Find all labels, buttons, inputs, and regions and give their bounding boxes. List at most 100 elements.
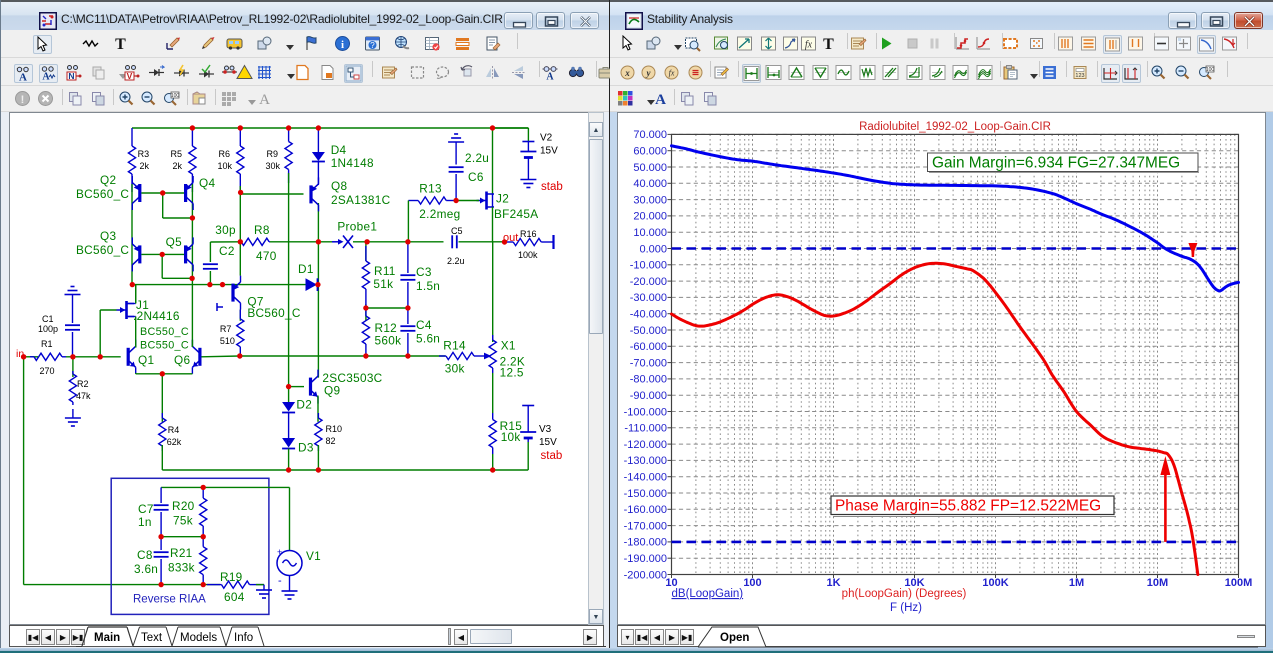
- svg-text:15V: 15V: [539, 437, 557, 448]
- svg-text:-10.000: -10.000: [630, 260, 667, 272]
- svg-text:47k: 47k: [76, 391, 91, 401]
- svg-text:12.5: 12.5: [500, 366, 524, 380]
- svg-text:C1: C1: [42, 314, 54, 324]
- svg-text:C3: C3: [416, 265, 432, 279]
- svg-text:N: N: [68, 71, 74, 81]
- svg-text:stab: stab: [541, 450, 563, 462]
- svg-text:1N4148: 1N4148: [331, 156, 374, 170]
- svg-text:Gain Margin=6.934 FG=27.347MEG: Gain Margin=6.934 FG=27.347MEG: [932, 155, 1180, 172]
- svg-text:51k: 51k: [373, 277, 393, 291]
- svg-text:A: A: [655, 92, 666, 107]
- svg-text:Text: Text: [141, 632, 163, 644]
- svg-text:100K: 100K: [982, 577, 1008, 589]
- svg-text:R9: R9: [267, 149, 279, 159]
- svg-text:R16: R16: [520, 229, 537, 239]
- svg-text:stab: stab: [541, 181, 563, 193]
- svg-text:-90.000: -90.000: [630, 390, 667, 402]
- svg-text:100: 100: [743, 577, 761, 589]
- svg-text:-30.000: -30.000: [630, 292, 667, 304]
- svg-text:V1: V1: [306, 549, 321, 563]
- svg-text:-180.000: -180.000: [624, 537, 667, 549]
- svg-text:D3: D3: [298, 441, 314, 455]
- svg-text:2.2u: 2.2u: [465, 151, 489, 165]
- svg-text:Q8: Q8: [331, 179, 347, 193]
- svg-text:-110.000: -110.000: [624, 423, 667, 435]
- svg-text:20.000: 20.000: [633, 211, 667, 223]
- svg-text:100p: 100p: [38, 324, 58, 334]
- svg-text:BC560_C: BC560_C: [76, 187, 129, 201]
- svg-text:F (Hz): F (Hz): [890, 602, 922, 614]
- svg-text:1K: 1K: [826, 577, 840, 589]
- svg-text:?: ?: [370, 41, 375, 50]
- svg-text:J2: J2: [496, 192, 509, 206]
- svg-text:82: 82: [326, 436, 336, 446]
- svg-text:70.000: 70.000: [633, 129, 667, 141]
- svg-text:10.000: 10.000: [633, 227, 667, 239]
- svg-text:R14: R14: [443, 339, 466, 353]
- svg-text:V2: V2: [540, 133, 553, 144]
- svg-text:560k: 560k: [375, 334, 402, 348]
- svg-text:Reverse RIAA: Reverse RIAA: [133, 594, 206, 606]
- svg-text:15V: 15V: [540, 146, 558, 157]
- svg-text:T: T: [115, 36, 126, 52]
- svg-text:R13: R13: [419, 182, 442, 196]
- svg-text:fx: fx: [805, 40, 813, 51]
- svg-text:833k: 833k: [168, 561, 195, 575]
- svg-text:-50.000: -50.000: [630, 325, 667, 337]
- svg-text:1.5n: 1.5n: [416, 279, 440, 293]
- svg-text:R1: R1: [41, 339, 53, 349]
- svg-text:75k: 75k: [173, 514, 193, 528]
- svg-text:10M: 10M: [1147, 577, 1168, 589]
- svg-text:10k: 10k: [218, 161, 233, 171]
- svg-text:x: x: [624, 68, 630, 78]
- svg-text:R2: R2: [77, 379, 89, 389]
- svg-text:Radiolubitel_1992-02_Loop-Gain: Radiolubitel_1992-02_Loop-Gain.CIR: [859, 121, 1051, 133]
- svg-text:R5: R5: [171, 149, 183, 159]
- svg-text:fx: fx: [669, 69, 675, 78]
- svg-text:-: -: [278, 575, 282, 587]
- svg-text:-80.000: -80.000: [630, 374, 667, 386]
- svg-text:i: i: [341, 39, 344, 51]
- svg-text:-20.000: -20.000: [630, 276, 667, 288]
- svg-text:100: 100: [1206, 67, 1215, 73]
- svg-text:0.000: 0.000: [639, 243, 667, 255]
- svg-text:-120.000: -120.000: [624, 439, 667, 451]
- svg-text:R11: R11: [374, 264, 396, 278]
- svg-text:D4: D4: [331, 143, 347, 157]
- svg-text:Q9: Q9: [324, 384, 340, 398]
- svg-text:R10: R10: [326, 424, 343, 434]
- svg-text:3.6n: 3.6n: [134, 562, 158, 576]
- svg-text:-200.000: -200.000: [624, 569, 667, 581]
- svg-text:C4: C4: [416, 318, 432, 332]
- svg-text:R3: R3: [138, 149, 150, 159]
- svg-text:270: 270: [40, 366, 55, 376]
- svg-text:60.000: 60.000: [633, 146, 667, 158]
- svg-text:A: A: [546, 72, 554, 82]
- svg-text:Open: Open: [720, 632, 749, 644]
- svg-text:30k: 30k: [266, 161, 281, 171]
- svg-text:-70.000: -70.000: [630, 357, 667, 369]
- svg-text:510: 510: [220, 336, 235, 346]
- svg-text:BC560_C: BC560_C: [76, 243, 129, 257]
- svg-text:-170.000: -170.000: [624, 520, 667, 532]
- svg-text:Main: Main: [94, 632, 120, 644]
- svg-text:2.2meg: 2.2meg: [419, 207, 460, 221]
- svg-text:100: 100: [171, 93, 180, 99]
- svg-text:V: V: [127, 71, 133, 81]
- svg-text:Info: Info: [234, 632, 253, 644]
- svg-text:C6: C6: [468, 170, 484, 184]
- svg-text:-130.000: -130.000: [624, 455, 667, 467]
- svg-text:+: +: [277, 547, 282, 557]
- svg-text:T: T: [823, 36, 834, 52]
- svg-text:-140.000: -140.000: [624, 472, 667, 484]
- svg-text:10k: 10k: [501, 430, 521, 444]
- svg-text:Models: Models: [180, 632, 217, 644]
- svg-text:123: 123: [1075, 73, 1084, 79]
- svg-text:-40.000: -40.000: [630, 309, 667, 321]
- svg-text:Probe1: Probe1: [337, 220, 377, 234]
- svg-text:62k: 62k: [167, 437, 182, 447]
- svg-text:Q2: Q2: [100, 173, 116, 187]
- svg-text:R7: R7: [220, 324, 232, 334]
- svg-text:BC550_C: BC550_C: [140, 326, 189, 338]
- svg-text:2.2u: 2.2u: [447, 256, 465, 266]
